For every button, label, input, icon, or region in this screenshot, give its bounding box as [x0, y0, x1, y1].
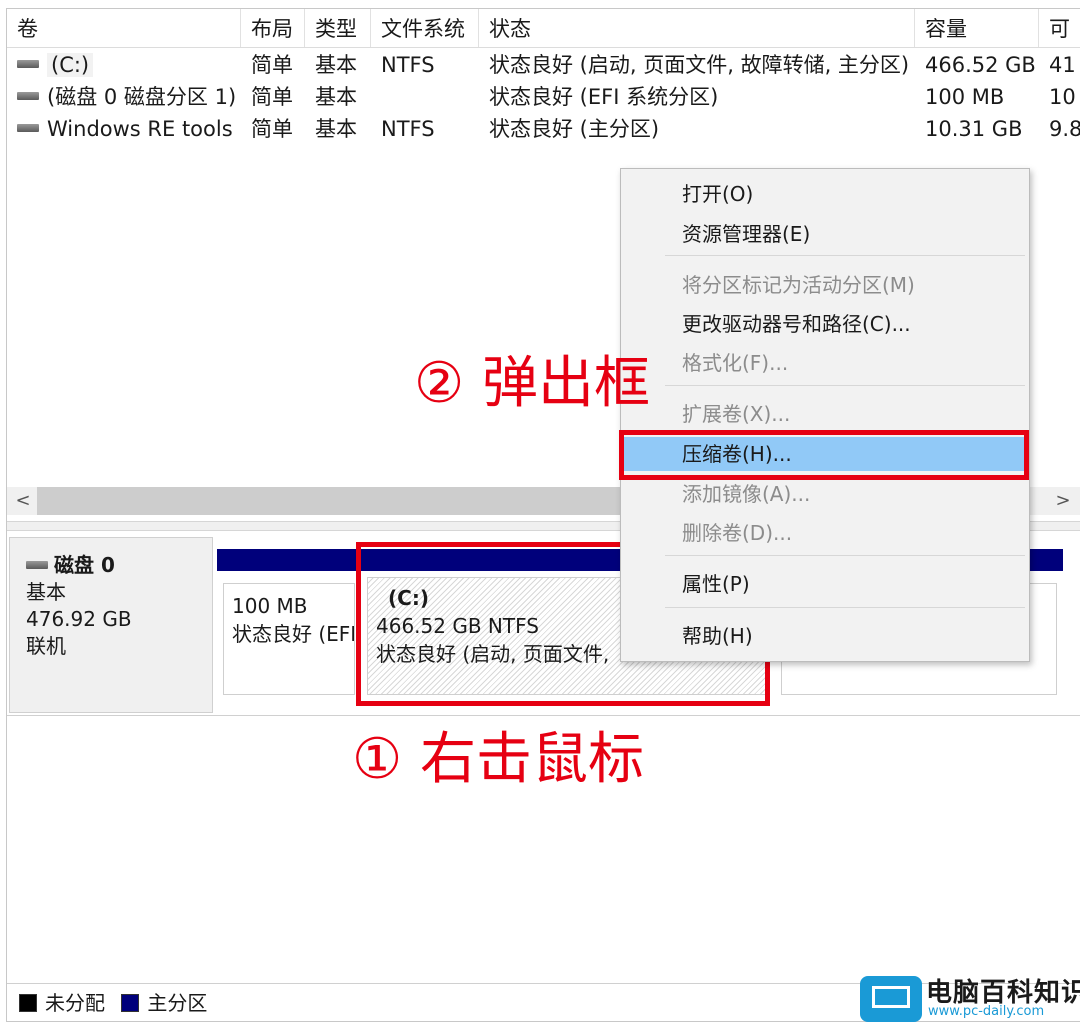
legend-primary: 主分区	[147, 991, 208, 1015]
volume-type: 基本	[315, 53, 357, 77]
partition-efi[interactable]: 100 MB 状态良好 (EFI	[217, 549, 361, 701]
scrollbar-thumb[interactable]	[37, 487, 657, 515]
scroll-left-icon[interactable]: <	[9, 487, 37, 515]
drive-icon	[17, 92, 39, 100]
volume-capacity: 466.52 GB	[925, 53, 1036, 77]
menu-separator	[665, 385, 1025, 386]
primary-partition-bar	[217, 549, 361, 571]
volume-type: 基本	[315, 117, 357, 141]
volume-name-cell: (C:)	[7, 49, 241, 81]
volume-free: 10	[1049, 85, 1076, 109]
volume-name: (磁盘 0 磁盘分区 1)	[47, 85, 237, 109]
volume-type: 基本	[315, 85, 357, 109]
volume-capacity: 100 MB	[925, 85, 1005, 109]
menu-item-change-letter[interactable]: 更改驱动器号和路径(C)...	[621, 307, 1029, 341]
menu-item-delete[interactable]: 删除卷(D)...	[621, 516, 1029, 550]
partition-status: 状态良好 (EFI	[232, 622, 355, 646]
annotation-step1: ① 右击鼠标	[352, 727, 645, 792]
volume-status: 状态良好 (主分区)	[489, 117, 660, 141]
scroll-right-icon[interactable]: >	[1049, 487, 1077, 515]
highlight-box-shrink	[619, 430, 1029, 480]
volume-row[interactable]: (C:) 简单 基本 NTFS 状态良好 (启动, 页面文件, 故障转储, 主分…	[7, 49, 1080, 81]
drive-icon	[17, 60, 39, 68]
volume-row[interactable]: Windows RE tools 简单 基本 NTFS 状态良好 (主分区) 1…	[7, 113, 1080, 145]
monitor-icon	[860, 976, 922, 1022]
annotation-step2: ② 弹出框	[414, 351, 651, 416]
disk-type: 基本	[26, 580, 66, 604]
partition-size: 100 MB	[232, 594, 308, 618]
volume-free: 41	[1049, 53, 1076, 77]
column-header-status[interactable]: 状态	[479, 9, 915, 47]
menu-item-properties[interactable]: 属性(P)	[621, 567, 1029, 601]
column-header-free[interactable]: 可	[1039, 9, 1080, 47]
volume-name: Windows RE tools	[47, 117, 233, 141]
partition-body: 100 MB 状态良好 (EFI	[223, 583, 355, 695]
menu-item-format[interactable]: 格式化(F)...	[621, 346, 1029, 380]
disk-size: 476.92 GB	[26, 607, 132, 631]
menu-separator	[665, 255, 1025, 256]
volume-filesystem	[371, 81, 479, 113]
column-header-type[interactable]: 类型	[305, 9, 371, 47]
volume-filesystem: NTFS	[381, 53, 435, 77]
watermark: 电脑百科知识 www.pc-daily.com	[860, 970, 1080, 1024]
volume-status: 状态良好 (EFI 系统分区)	[489, 85, 719, 109]
volume-layout: 简单	[251, 117, 293, 141]
menu-item-extend[interactable]: 扩展卷(X)...	[621, 397, 1029, 431]
menu-item-mark-active[interactable]: 将分区标记为活动分区(M)	[621, 268, 1029, 302]
unallocated-swatch	[19, 993, 37, 1012]
column-header-volume[interactable]: 卷	[7, 9, 241, 47]
volume-name: (C:)	[47, 53, 94, 77]
menu-separator	[665, 607, 1025, 608]
drive-icon	[17, 124, 39, 132]
disk-title: 磁盘 0	[26, 552, 212, 579]
menu-item-help[interactable]: 帮助(H)	[621, 619, 1029, 653]
disk-name: 磁盘 0	[54, 553, 115, 577]
column-header-layout[interactable]: 布局	[241, 9, 305, 47]
volume-name-cell: (磁盘 0 磁盘分区 1)	[7, 81, 241, 113]
column-header-filesystem[interactable]: 文件系统	[371, 9, 479, 47]
volume-free: 9.8	[1049, 117, 1080, 141]
volume-layout: 简单	[251, 85, 293, 109]
legend-unallocated: 未分配	[45, 991, 105, 1015]
volume-row[interactable]: (磁盘 0 磁盘分区 1) 简单 基本 状态良好 (EFI 系统分区) 100 …	[7, 81, 1080, 113]
volume-filesystem: NTFS	[381, 117, 435, 141]
disk-icon	[26, 560, 48, 569]
column-header-capacity[interactable]: 容量	[915, 9, 1039, 47]
menu-item-open[interactable]: 打开(O)	[621, 177, 1029, 211]
disk-status: 联机	[26, 634, 66, 658]
volume-status: 状态良好 (启动, 页面文件, 故障转储, 主分区)	[489, 53, 910, 77]
volume-name-cell: Windows RE tools	[7, 113, 241, 145]
volume-capacity: 10.31 GB	[925, 117, 1023, 141]
menu-item-explorer[interactable]: 资源管理器(E)	[621, 217, 1029, 251]
menu-item-add-mirror[interactable]: 添加镜像(A)...	[621, 477, 1029, 511]
volume-list-header: 卷 布局 类型 文件系统 状态 容量 可	[7, 9, 1080, 48]
primary-swatch	[121, 993, 140, 1012]
volume-layout: 简单	[251, 53, 293, 77]
menu-separator	[665, 555, 1025, 556]
watermark-url: www.pc-daily.com	[928, 1004, 1045, 1019]
context-menu: 打开(O) 资源管理器(E) 将分区标记为活动分区(M) 更改驱动器号和路径(C…	[620, 168, 1030, 662]
disk-info-panel[interactable]: 磁盘 0 基本 476.92 GB 联机	[9, 537, 213, 713]
